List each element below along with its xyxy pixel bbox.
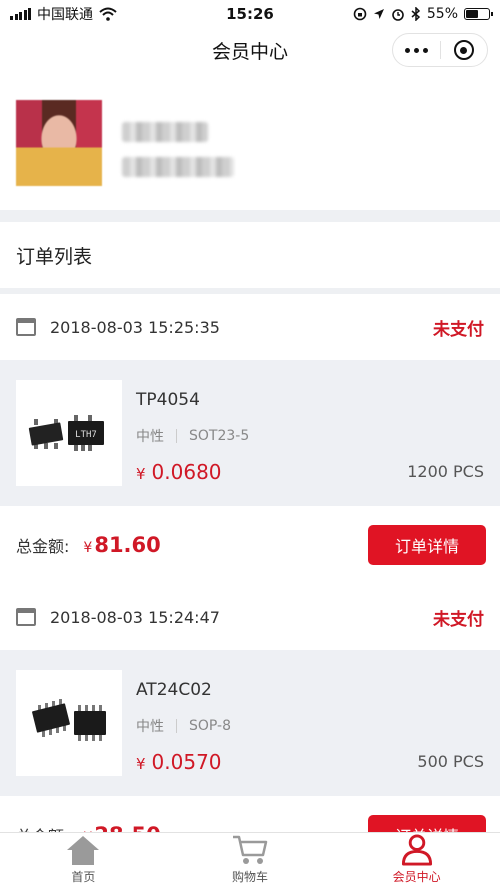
order-item[interactable]: LTH7 TP4054 中性 SOT23-5 ¥0.0680 1200 PCS bbox=[0, 360, 500, 506]
product-image bbox=[16, 670, 122, 776]
signal-icon bbox=[10, 8, 31, 20]
miniprogram-capsule bbox=[392, 33, 488, 67]
product-price: ¥0.0570 bbox=[136, 750, 222, 774]
order-card: 2018-08-03 15:25:35 未支付 LTH7 TP4054 中性 S… bbox=[0, 294, 500, 584]
close-miniprogram-button[interactable] bbox=[441, 34, 488, 66]
battery-icon bbox=[464, 8, 493, 20]
order-date: 2018-08-03 15:24:47 bbox=[50, 607, 220, 627]
product-name: TP4054 bbox=[136, 390, 200, 410]
wifi-icon bbox=[99, 7, 117, 21]
cart-icon bbox=[233, 835, 268, 864]
tab-cart[interactable]: 购物车 bbox=[167, 833, 334, 888]
product-quantity: 1200 PCS bbox=[407, 462, 484, 481]
tab-cart-label: 购物车 bbox=[232, 870, 269, 884]
total-amount: ¥81.60 bbox=[83, 533, 161, 557]
bluetooth-icon bbox=[411, 7, 420, 21]
product-package: SOP-8 bbox=[189, 718, 231, 734]
chip-marking: LTH7 bbox=[75, 430, 97, 440]
order-detail-button[interactable]: 订单详情 bbox=[368, 525, 486, 565]
calendar-icon bbox=[16, 608, 36, 626]
tab-bar: 首页 购物车 会员中心 bbox=[0, 832, 500, 888]
tab-home-label: 首页 bbox=[71, 870, 96, 884]
tab-home[interactable]: 首页 bbox=[0, 833, 167, 888]
tab-member-center[interactable]: 会员中心 bbox=[333, 833, 500, 888]
lock-rotation-icon bbox=[353, 7, 367, 21]
tab-member-center-label: 会员中心 bbox=[392, 870, 441, 884]
order-status: 未支付 bbox=[433, 609, 484, 630]
total-label: 总金额: bbox=[16, 537, 70, 556]
home-icon bbox=[67, 836, 100, 865]
product-attr: 中性 bbox=[136, 429, 164, 445]
orders-section-title: 订单列表 bbox=[0, 222, 500, 288]
profile-card bbox=[0, 72, 500, 210]
alarm-icon bbox=[392, 9, 404, 21]
product-price: ¥0.0680 bbox=[136, 460, 222, 484]
product-quantity: 500 PCS bbox=[417, 752, 484, 771]
order-date: 2018-08-03 15:25:35 bbox=[50, 317, 220, 337]
page-title: 会员中心 bbox=[211, 40, 288, 63]
more-dots-icon bbox=[404, 47, 428, 53]
carrier-label: 中国联通 bbox=[37, 7, 93, 23]
user-phone-blurred bbox=[122, 157, 234, 177]
order-card: 2018-08-03 15:24:47 未支付 AT24C02 中性 SOP-8… bbox=[0, 584, 500, 874]
product-attr: 中性 bbox=[136, 719, 164, 735]
calendar-icon bbox=[16, 318, 36, 336]
more-button[interactable] bbox=[393, 34, 440, 66]
order-status: 未支付 bbox=[433, 319, 484, 340]
battery-percent: 55% bbox=[426, 6, 458, 22]
order-item[interactable]: AT24C02 中性 SOP-8 ¥0.0570 500 PCS bbox=[0, 650, 500, 796]
user-icon bbox=[401, 834, 432, 866]
avatar[interactable] bbox=[16, 100, 102, 186]
nav-bar: 会员中心 bbox=[0, 28, 500, 72]
product-package: SOT23-5 bbox=[189, 428, 250, 444]
product-name: AT24C02 bbox=[136, 680, 212, 700]
status-bar: 中国联通 15:26 55% bbox=[0, 0, 500, 28]
product-image: LTH7 bbox=[16, 380, 122, 486]
clock: 15:26 bbox=[226, 5, 274, 23]
user-name-blurred bbox=[122, 122, 208, 142]
location-icon bbox=[373, 9, 384, 19]
target-icon bbox=[453, 40, 474, 60]
